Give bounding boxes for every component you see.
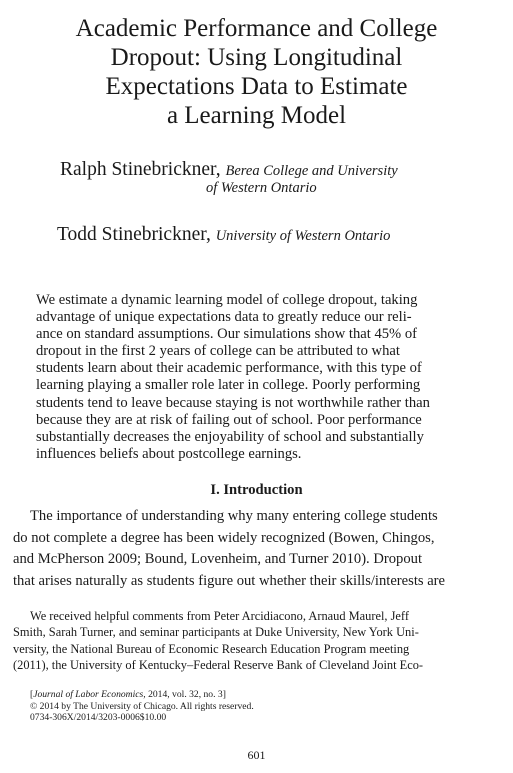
abstract-line: learning playing a smaller role later in… xyxy=(36,377,421,394)
title-line: Expectations Data to Estimate xyxy=(105,73,408,100)
journal-code: 0734-306X/2014/3203-0006$10.00 xyxy=(30,712,167,723)
intro-line: that arises naturally as students figure… xyxy=(13,572,446,589)
abstract-line: substantially decreases the enjoyability… xyxy=(36,428,424,445)
intro-line: and McPherson 2009; Bound, Lovenheim, an… xyxy=(13,551,422,567)
section-heading: I. Introduction xyxy=(210,482,303,498)
title-line: Academic Performance and College xyxy=(75,15,438,42)
abstract-line: students learn about their academic perf… xyxy=(36,360,422,377)
abstract-line: ance on standard assumptions. Our simula… xyxy=(36,326,418,343)
journal-info: [Journal of Labor Economics, 2014, vol. … xyxy=(30,689,254,724)
author-affiliation: University of Western Ontario xyxy=(215,228,391,244)
abstract-line: influences beliefs about postcollege ear… xyxy=(36,445,302,462)
paper-title: Academic Performance and College Dropout… xyxy=(20,14,493,130)
footnote-line: (2011), the University of Kentucky–Feder… xyxy=(13,658,424,673)
footnote-line: Smith, Sarah Turner, and seminar partici… xyxy=(13,625,419,640)
author-affiliation-cont: of Western Ontario xyxy=(206,180,317,196)
abstract-line: dropout in the first 2 years of college … xyxy=(36,343,400,360)
acknowledgment-footnote: We received helpful comments from Peter … xyxy=(13,608,503,674)
copyright-line: © 2014 by The University of Chicago. All… xyxy=(30,700,254,712)
author-affiliation: Berea College and University xyxy=(225,163,398,179)
author-ralph: Ralph Stinebrickner, Berea College and U… xyxy=(60,159,398,181)
title-line: a Learning Model xyxy=(166,102,347,129)
journal-volume: 2014, vol. 32, no. 3] xyxy=(145,689,226,700)
abstract-line: because they are at risk of failing out … xyxy=(36,411,422,428)
intro-paragraph: The importance of understanding why many… xyxy=(13,506,503,592)
author-name: Todd Stinebrickner, xyxy=(57,224,211,245)
abstract-line: advantage of unique expectations data to… xyxy=(36,309,412,326)
abstract-line: We estimate a dynamic learning model of … xyxy=(36,292,418,308)
intro-line: The importance of understanding why many… xyxy=(30,508,438,524)
page-number: 601 xyxy=(247,748,266,762)
footnote-line: We received helpful comments from Peter … xyxy=(30,609,409,623)
abstract: We estimate a dynamic learning model of … xyxy=(36,292,468,463)
journal-name: Journal of Labor Economics, xyxy=(33,689,146,700)
footnote-line: versity, the National Bureau of Economic… xyxy=(13,641,410,656)
intro-line: do not complete a degree has been widely… xyxy=(13,529,435,546)
author-name: Ralph Stinebrickner, xyxy=(60,159,221,180)
journal-citation: [Journal of Labor Economics, 2014, vol. … xyxy=(30,689,226,700)
abstract-line: students tend to leave because staying i… xyxy=(36,394,430,411)
author-todd: Todd Stinebrickner, University of Wester… xyxy=(57,224,390,246)
title-line: Dropout: Using Longitudinal xyxy=(110,44,403,71)
